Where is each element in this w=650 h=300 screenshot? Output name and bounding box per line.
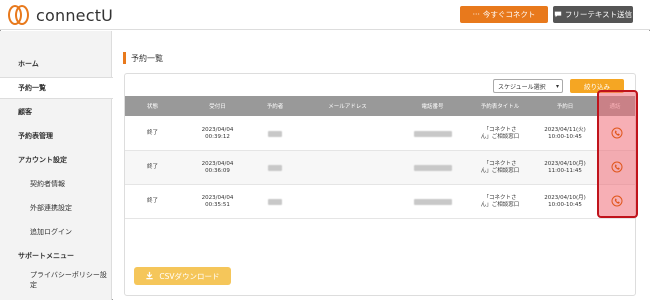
sidebar-item-support-menu[interactable]: サポートメニュー <box>0 245 112 267</box>
cell-title: 「コネクトさ ん」ご相談窓口 <box>465 151 535 185</box>
cell-phone-redacted <box>400 185 465 219</box>
sidebar: ホーム 予約一覧 顧客 予約表管理 アカウント設定 契約者情報 外部連携設定 追… <box>0 31 113 300</box>
connect-now-label: 今すぐコネクト <box>482 10 536 19</box>
main-content: 予約一覧 スケジュール選択 ▾ 絞り込み 状態 受付日 予約者 メールアドレス … <box>113 31 650 300</box>
title-line1: 「コネクトさ <box>483 160 517 167</box>
received-date: 2023/04/04 <box>201 160 234 167</box>
cell-booker-redacted <box>255 185 295 219</box>
reservation-date: 2023/04/11(火) <box>544 126 586 133</box>
cell-booker-redacted <box>255 117 295 151</box>
free-text-label: フリーテキスト送信 <box>564 10 633 19</box>
col-reservation-date[interactable]: 予約日 <box>535 96 595 116</box>
logo-text: connectU <box>36 5 114 25</box>
cell-reservation-date: 2023/04/10(月) 10:00-10:45 <box>535 185 595 219</box>
cell-reservation-date: 2023/04/10(月) 11:00-11:45 <box>535 151 595 185</box>
cell-phone-redacted <box>400 117 465 151</box>
table-row[interactable]: 終了 2023/04/04 00:39:12 「コネクトさ ん」ご相談窓口 20… <box>125 117 635 151</box>
cell-received: 2023/04/04 00:39:12 <box>180 117 255 151</box>
cell-booker-redacted <box>255 151 295 185</box>
cell-status: 終了 <box>146 164 158 171</box>
received-date: 2023/04/04 <box>201 126 234 133</box>
logo[interactable]: connectU <box>8 4 113 26</box>
received-time: 00:36:09 <box>205 168 230 174</box>
title-line2: ん」ご相談窓口 <box>480 134 520 140</box>
csv-download-button[interactable]: CSVダウンロード <box>134 267 231 285</box>
reservation-date: 2023/04/10(月) <box>544 194 586 201</box>
cell-title: 「コネクトさ ん」ご相談窓口 <box>465 185 535 219</box>
message-icon <box>554 10 562 20</box>
page-title-text: 予約一覧 <box>131 53 163 63</box>
phone-icon[interactable] <box>610 194 624 208</box>
table-row[interactable]: 終了 2023/04/04 00:36:09 「コネクトさ ん」ご相談窓口 20… <box>125 151 635 185</box>
schedule-select-value: スケジュール選択 <box>498 83 546 91</box>
col-phone[interactable]: 電話番号 <box>400 96 465 116</box>
connect-now-button[interactable]: ··· 今すぐコネクト <box>460 6 548 23</box>
dots-icon: ··· <box>472 10 480 19</box>
sidebar-item-privacy-policy[interactable]: プライバシーポリシー設定 <box>0 269 112 291</box>
received-time: 00:35:51 <box>205 202 230 208</box>
title-accent-bar <box>123 52 126 64</box>
table-header: 状態 受付日 予約者 メールアドレス 電話番号 予約表タイトル 予約日 通話 <box>125 96 635 116</box>
logo-mark-icon <box>8 4 30 26</box>
reservation-date: 2023/04/10(月) <box>544 160 586 167</box>
cell-title: 「コネクトさ ん」ご相談窓口 <box>465 117 535 151</box>
col-schedule-title[interactable]: 予約表タイトル <box>465 96 535 116</box>
title-line2: ん」ご相談窓口 <box>480 168 520 174</box>
cell-reservation-date: 2023/04/11(火) 10:00-10:45 <box>535 117 595 151</box>
download-icon <box>145 271 154 282</box>
col-email[interactable]: メールアドレス <box>295 96 400 116</box>
title-line1: 「コネクトさ <box>483 126 517 133</box>
sidebar-item-home[interactable]: ホーム <box>0 53 112 75</box>
sidebar-item-customers[interactable]: 顧客 <box>0 101 112 123</box>
title-line1: 「コネクトさ <box>483 194 517 201</box>
cell-received: 2023/04/04 00:35:51 <box>180 185 255 219</box>
page-title: 予約一覧 <box>123 52 163 64</box>
col-received-date[interactable]: 受付日 <box>180 96 255 116</box>
reservation-time: 10:00-10:45 <box>548 202 582 208</box>
cell-phone-redacted <box>400 151 465 185</box>
phone-icon[interactable] <box>610 126 624 140</box>
chevron-down-icon: ▾ <box>555 83 559 90</box>
cell-status: 終了 <box>146 198 158 205</box>
received-date: 2023/04/04 <box>201 194 234 201</box>
received-time: 00:39:12 <box>205 134 230 140</box>
col-status[interactable]: 状態 <box>125 96 180 116</box>
col-booker[interactable]: 予約者 <box>255 96 295 116</box>
schedule-select[interactable]: スケジュール選択 ▾ <box>493 79 563 93</box>
reservations-card: スケジュール選択 ▾ 絞り込み 状態 受付日 予約者 メールアドレス 電話番号 … <box>124 73 636 296</box>
sidebar-item-account-settings[interactable]: アカウント設定 <box>0 149 112 171</box>
cell-status: 終了 <box>146 130 158 137</box>
title-line2: ん」ご相談窓口 <box>480 202 520 208</box>
reservation-time: 11:00-11:45 <box>548 168 582 174</box>
reservation-time: 10:00-10:45 <box>548 134 582 140</box>
free-text-button[interactable]: フリーテキスト送信 <box>553 6 633 23</box>
top-header: connectU ··· 今すぐコネクト フリーテキスト送信 <box>0 0 650 30</box>
table-row[interactable]: 終了 2023/04/04 00:35:51 「コネクトさ ん」ご相談窓口 20… <box>125 185 635 219</box>
csv-download-label: CSVダウンロード <box>159 271 220 281</box>
sidebar-item-reservations[interactable]: 予約一覧 <box>0 77 113 99</box>
phone-icon[interactable] <box>610 160 624 174</box>
sidebar-item-additional-login[interactable]: 追加ログイン <box>0 221 112 243</box>
sidebar-item-contract-info[interactable]: 契約者情報 <box>0 173 112 195</box>
sidebar-item-integrations[interactable]: 外部連携設定 <box>0 197 112 219</box>
cell-received: 2023/04/04 00:36:09 <box>180 151 255 185</box>
sidebar-item-schedule-management[interactable]: 予約表管理 <box>0 125 112 147</box>
